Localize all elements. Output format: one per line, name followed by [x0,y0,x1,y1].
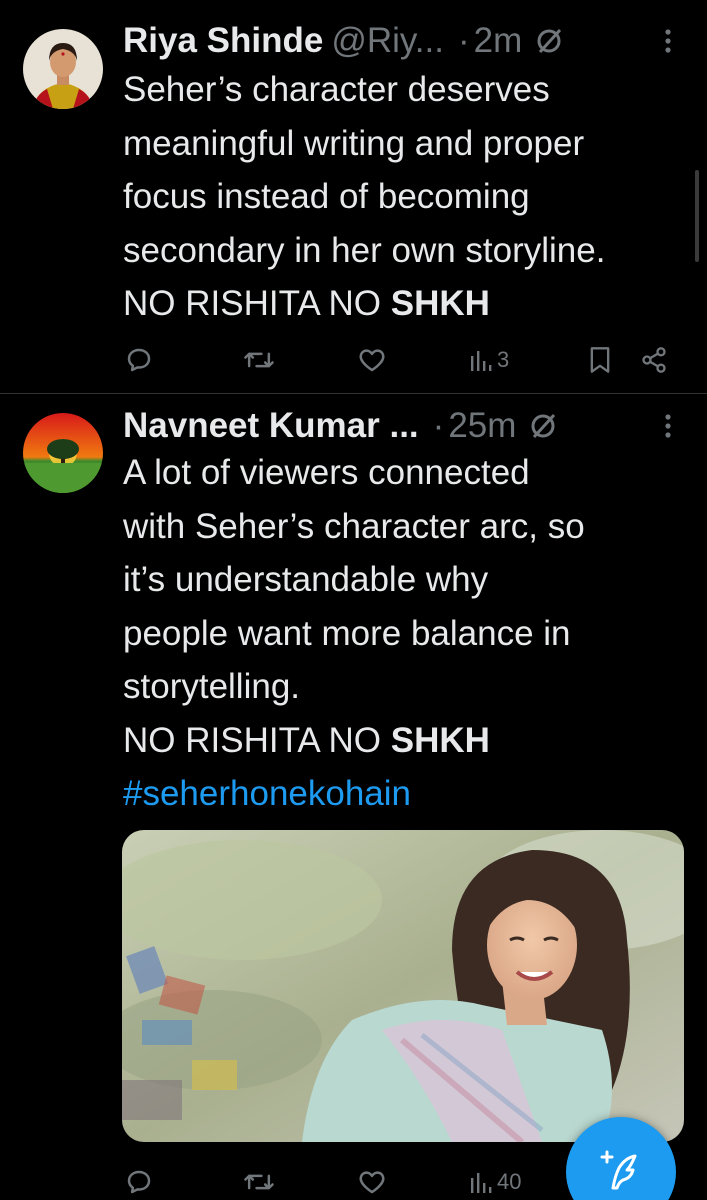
hashtag-link[interactable]: #seherhonekohain [123,767,693,821]
tweet-text-line: people want more balance in [123,613,571,653]
views-icon [471,351,492,371]
tweet-text: Seher’s character deserves meaningful wr… [123,63,693,331]
share-icon [642,347,666,373]
timestamp[interactable]: 25m [448,406,516,446]
more-icon[interactable] [656,19,680,63]
retweet-button[interactable] [243,340,275,380]
photo-woman-outdoors [122,830,684,1142]
tag-line-bold: SHKH [390,720,490,760]
tag-line-prefix: NO RISHITA NO [123,284,391,323]
more-icon[interactable] [656,404,680,448]
separator-dot: · [457,21,470,60]
bookmark-icon [590,347,610,373]
reply-button[interactable] [124,340,154,380]
retweet-button[interactable] [243,1162,275,1200]
bookmark-button[interactable] [588,340,612,380]
views-icon [471,1173,492,1193]
tweet-text-line: focus instead of becoming [123,177,530,216]
tag-line-prefix: NO RISHITA NO [123,720,391,760]
tweet-text: A lot of viewers connected with Seher’s … [123,446,693,821]
reply-icon [127,348,151,372]
tweet-text-line: meaningful writing and proper [123,123,585,163]
tweet-image[interactable] [122,830,684,1142]
tweet-tag-line: NO RISHITA NO SHKH [123,714,693,768]
views-button[interactable]: 40 [469,1162,521,1200]
grok-icon[interactable] [528,411,558,441]
avatar[interactable] [23,413,103,493]
tweet-text-line: A lot of viewers connected [123,453,530,492]
like-icon [359,349,385,372]
tag-line-bold: SHKH [390,284,490,323]
tweet-actions: 3 [0,340,707,380]
retweet-icon [244,1174,274,1190]
views-button[interactable]: 3 [469,340,509,380]
like-button[interactable] [357,1162,387,1200]
tweet-text-line: Seher’s character deserves [123,70,550,109]
tweet-tag-line: NO RISHITA NO SHKH [123,277,693,331]
tweet-header: Riya Shinde @Riy... · 2m [123,19,564,63]
retweet-icon [244,352,274,368]
like-icon [359,1171,385,1194]
timestamp[interactable]: 2m [474,21,523,61]
tweet-header: Navneet Kumar ... · 25m [123,404,558,448]
compose-icon [600,1150,637,1190]
avatar-image [23,413,103,493]
tweet-text-line: with Seher’s character arc, so [123,506,585,546]
author-name[interactable]: Riya Shinde [123,21,323,61]
tweet-text-line: storytelling. [123,667,301,706]
avatar[interactable] [23,29,103,109]
like-button[interactable] [357,340,387,380]
tweet-text-line: secondary in her own storyline. [123,230,606,270]
tweet[interactable]: Navneet Kumar ... · 25m A lot of viewers… [0,394,707,1200]
reply-button[interactable] [124,1162,154,1200]
scrollbar[interactable] [695,170,699,262]
tweet[interactable]: Riya Shinde @Riy... · 2m Seher’s charact… [0,0,707,393]
separator-dot: · [432,406,445,445]
views-count: 3 [497,347,510,372]
grok-icon[interactable] [534,26,564,56]
tweet-text-line: it’s understandable why [123,560,489,599]
reply-icon [127,1170,151,1194]
avatar-image [23,29,103,109]
author-handle[interactable]: @Riy... [331,21,444,61]
views-count: 40 [497,1169,522,1194]
author-name[interactable]: Navneet Kumar ... [123,406,419,446]
share-button[interactable] [640,340,668,380]
